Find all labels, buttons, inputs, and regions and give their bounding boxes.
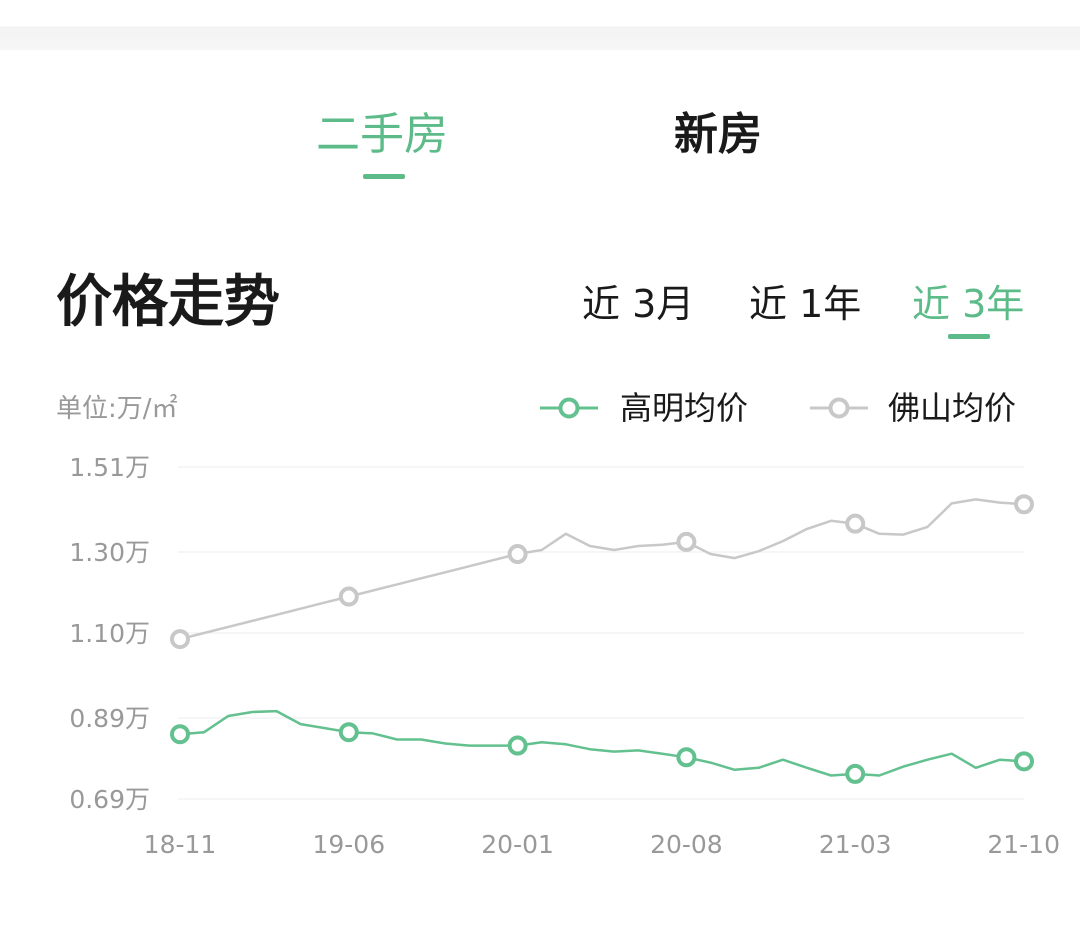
series-point-marker bbox=[170, 629, 190, 650]
series-point-marker bbox=[676, 747, 697, 768]
series-point-marker bbox=[507, 544, 528, 565]
section-title: 价格走势 bbox=[56, 270, 280, 335]
top-strip bbox=[0, 0, 1080, 50]
series-line bbox=[179, 709, 1025, 777]
price-trend-chart: 1.51万 1.30万 1.10万 0.89万 0.69万 18-11 19-06 20-01… bbox=[69, 453, 1060, 859]
legend-gaoming-marker-icon bbox=[540, 397, 598, 419]
legend-gaoming-label: 高明均价 bbox=[620, 389, 749, 427]
y-tick-label: 0.69万 bbox=[69, 785, 150, 814]
series-point-marker bbox=[676, 531, 697, 552]
y-tick-label: 1.51万 bbox=[69, 453, 150, 482]
legend-foshan-marker-icon bbox=[810, 397, 868, 419]
unit-label: 单位:万/㎡ bbox=[56, 394, 178, 424]
y-tick-label: 0.89万 bbox=[69, 704, 150, 733]
y-tick-label: 1.10万 bbox=[69, 619, 150, 648]
range-3-months[interactable]: 近 3月 bbox=[582, 278, 694, 330]
x-tick-label: 21-10 bbox=[987, 830, 1060, 859]
x-tick-label: 18-11 bbox=[144, 830, 217, 859]
series-point-marker bbox=[338, 586, 359, 607]
active-range-indicator bbox=[948, 334, 990, 339]
active-tab-indicator bbox=[363, 174, 405, 179]
series-point-marker bbox=[1014, 494, 1034, 515]
x-tick-label: 20-01 bbox=[481, 830, 554, 859]
y-tick-label: 1.30万 bbox=[69, 538, 150, 567]
legend-foshan-label: 佛山均价 bbox=[888, 389, 1017, 427]
range-3-years[interactable]: 近 3年 bbox=[912, 278, 1024, 330]
series-point-marker bbox=[845, 513, 866, 534]
x-tick-label: 19-06 bbox=[312, 830, 385, 859]
series-point-marker bbox=[845, 763, 866, 784]
tab-second-hand[interactable]: 二手房 bbox=[316, 105, 448, 165]
x-tick-label: 21-03 bbox=[819, 830, 892, 859]
series-point-marker bbox=[338, 722, 359, 743]
house-type-tabs: 二手房 新房 bbox=[0, 105, 1080, 185]
series-line bbox=[179, 498, 1025, 641]
tab-new-house[interactable]: 新房 bbox=[674, 105, 762, 165]
series-point-marker bbox=[1014, 751, 1034, 772]
series-point-marker bbox=[507, 735, 528, 756]
range-1-year[interactable]: 近 1年 bbox=[749, 278, 861, 330]
series-point-marker bbox=[170, 724, 190, 745]
x-tick-label: 20-08 bbox=[650, 830, 723, 859]
